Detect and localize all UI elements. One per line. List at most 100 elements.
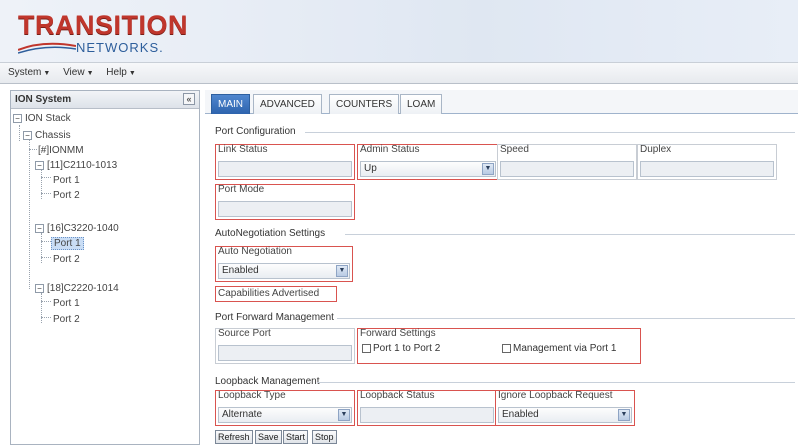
tree-header: ION System «: [11, 91, 199, 109]
link-status-label: Link Status: [218, 144, 268, 155]
auto-negotiation-field: Auto Negotiation Enabled ▼: [215, 246, 353, 282]
chevron-down-icon[interactable]: ▼: [336, 265, 348, 277]
tree-title: ION System: [15, 94, 72, 105]
link-status-field: Link Status: [215, 144, 355, 180]
tree-node-c2220-1014[interactable]: − [18]C2220-1014: [35, 283, 119, 294]
tree-node-port-1-selected[interactable]: Port 1: [51, 237, 84, 250]
system-tree-panel: ION System « − ION Stack − Chassis [#]IONM…: [10, 90, 200, 445]
checkbox-icon[interactable]: [502, 344, 511, 353]
checkbox-icon[interactable]: [362, 344, 371, 353]
capabilities-advertised-label: Capabilities Advertised: [218, 288, 320, 299]
chevron-down-icon[interactable]: ▼: [618, 409, 630, 421]
tree-node-label: Port 1: [51, 237, 84, 250]
tree-node-label: Chassis: [35, 130, 71, 141]
tree-node-port-2[interactable]: Port 2: [53, 314, 80, 325]
source-port-value: [218, 345, 352, 361]
forward-option-label: Port 1 to Port 2: [373, 343, 441, 354]
link-status-value: [218, 161, 352, 177]
speed-value: [500, 161, 634, 177]
auto-negotiation-select[interactable]: Enabled ▼: [218, 263, 350, 279]
tree-connector: [29, 149, 37, 150]
ignore-loopback-request-value: Enabled: [502, 409, 539, 420]
capabilities-advertised-field[interactable]: Capabilities Advertised: [215, 286, 337, 302]
loopback-type-value: Alternate: [222, 409, 263, 420]
save-button[interactable]: Save: [255, 430, 282, 444]
tree-node-label: [16]C3220-1040: [47, 223, 119, 234]
loopback-status-value: [360, 407, 494, 423]
forward-settings-field: Forward Settings Port 1 to Port 2 Manage…: [357, 328, 641, 364]
tree-connector: [41, 169, 42, 199]
port-mode-value: [218, 201, 352, 217]
tree-node-c3220-1040[interactable]: − [16]C3220-1040: [35, 223, 119, 234]
tree-node-ion-stack[interactable]: − ION Stack: [13, 113, 71, 124]
tree-node-ionmm[interactable]: [#]IONMM: [38, 145, 84, 156]
forward-option-management-via-port1[interactable]: Management via Port 1: [502, 343, 616, 354]
duplex-field: Duplex: [637, 144, 777, 180]
chevron-down-icon: ▼: [43, 70, 51, 77]
tree-node-chassis[interactable]: − Chassis: [23, 130, 71, 141]
loopback-type-select[interactable]: Alternate ▼: [218, 407, 352, 423]
main-content: MAIN ADVANCED COUNTERS LOAM Port Configu…: [205, 90, 798, 445]
section-title-loopback: Loopback Management: [215, 376, 320, 387]
transition-networks-logo: TRANSITION NETWORKS.: [18, 10, 198, 58]
section-title-port-configuration: Port Configuration: [215, 126, 296, 137]
collapse-icon[interactable]: «: [183, 93, 195, 105]
tab-counters[interactable]: COUNTERS: [329, 94, 400, 114]
admin-status-label: Admin Status: [360, 144, 420, 155]
tree-node-port-1[interactable]: Port 1: [53, 298, 80, 309]
admin-status-select[interactable]: Up ▼: [360, 161, 496, 177]
chevron-down-icon[interactable]: ▼: [338, 409, 350, 421]
tree-node-label: Port 2: [53, 314, 80, 325]
section-divider: [345, 234, 795, 235]
tree-node-port-2[interactable]: Port 2: [53, 254, 80, 265]
speed-field: Speed: [497, 144, 637, 180]
ignore-loopback-request-label: Ignore Loopback Request: [498, 390, 613, 401]
speed-label: Speed: [500, 144, 529, 155]
section-title-port-forward: Port Forward Management: [215, 312, 334, 323]
menu-view-label: View: [63, 67, 85, 78]
start-button[interactable]: Start: [283, 430, 309, 444]
tree-node-label: [#]IONMM: [38, 145, 84, 156]
menu-help[interactable]: Help ▼: [104, 67, 138, 78]
tree-node-label: Port 1: [53, 298, 80, 309]
refresh-button[interactable]: Refresh: [215, 430, 253, 444]
forward-option-port1-to-port2[interactable]: Port 1 to Port 2: [362, 343, 440, 354]
loopback-status-field: Loopback Status: [357, 390, 497, 426]
menu-help-label: Help: [106, 67, 127, 78]
loopback-status-label: Loopback Status: [360, 390, 435, 401]
tree-node-port-1[interactable]: Port 1: [53, 175, 80, 186]
chevron-down-icon: ▼: [86, 70, 94, 77]
ignore-loopback-request-select[interactable]: Enabled ▼: [498, 407, 632, 423]
tree-node-c2110-1013[interactable]: − [11]C2110-1013: [35, 160, 117, 171]
tree-connector: [41, 293, 42, 323]
collapse-toggle-icon[interactable]: −: [35, 160, 44, 170]
tree-node-label: [11]C2110-1013: [47, 160, 118, 171]
loopback-type-label: Loopback Type: [218, 390, 286, 401]
chevron-down-icon[interactable]: ▼: [482, 163, 494, 175]
tab-main[interactable]: MAIN: [211, 94, 250, 114]
tree-connector: [41, 193, 51, 194]
tab-advanced[interactable]: ADVANCED: [253, 94, 322, 114]
tree-node-label: ION Stack: [25, 113, 71, 124]
admin-status-field: Admin Status Up ▼: [357, 144, 499, 180]
tree-connector: [41, 317, 51, 318]
collapse-toggle-icon[interactable]: −: [35, 223, 44, 233]
tab-loam[interactable]: LOAM: [400, 94, 443, 114]
port-mode-label: Port Mode: [218, 184, 265, 195]
loopback-type-field: Loopback Type Alternate ▼: [215, 390, 355, 426]
tree-node-port-2[interactable]: Port 2: [53, 190, 80, 201]
collapse-toggle-icon[interactable]: −: [13, 113, 22, 123]
menu-system-label: System: [8, 67, 42, 78]
forward-settings-label: Forward Settings: [360, 328, 436, 339]
section-divider: [317, 382, 795, 383]
section-divider: [305, 132, 795, 133]
stop-button[interactable]: Stop: [312, 430, 337, 444]
collapse-toggle-icon[interactable]: −: [23, 130, 32, 140]
collapse-toggle-icon[interactable]: −: [35, 283, 44, 293]
section-title-autonegotiation: AutoNegotiation Settings: [215, 228, 326, 239]
menu-system[interactable]: System ▼: [6, 67, 52, 78]
tree-connector: [41, 241, 51, 242]
tree-node-label: Port 1: [53, 175, 80, 186]
app-header: TRANSITION NETWORKS.: [0, 0, 798, 62]
menu-view[interactable]: View ▼: [61, 67, 95, 78]
